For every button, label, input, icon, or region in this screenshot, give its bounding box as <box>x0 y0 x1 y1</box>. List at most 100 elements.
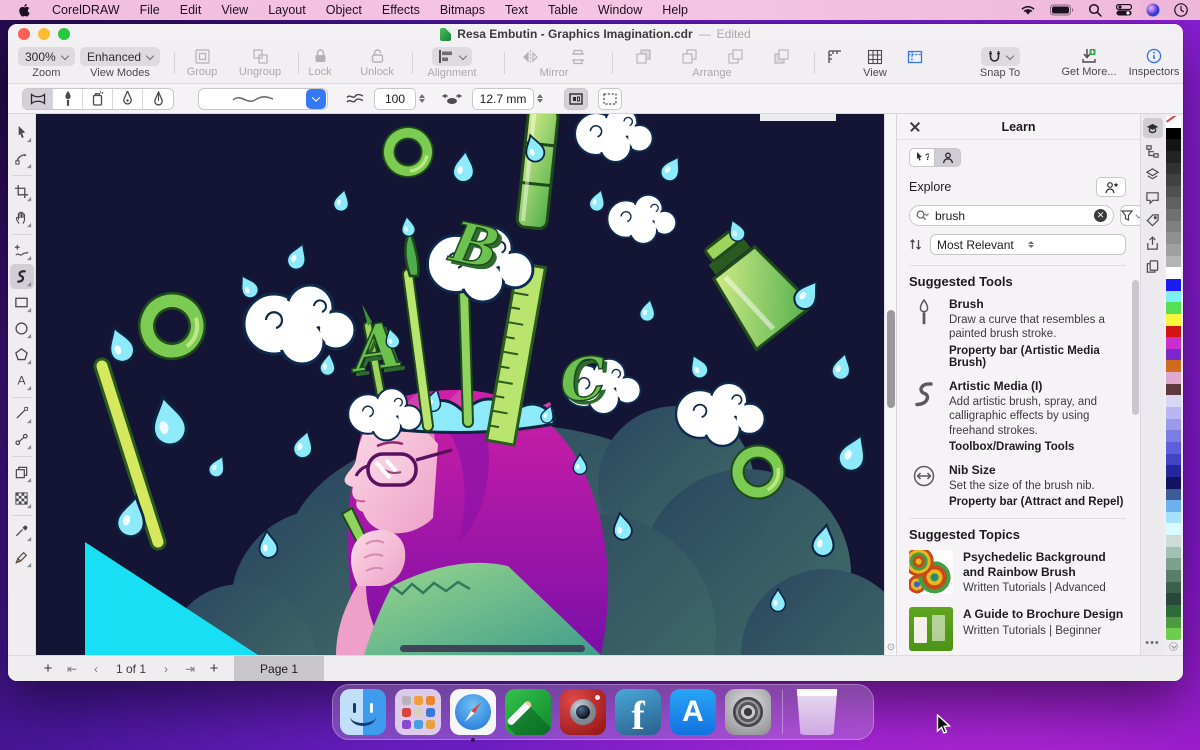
menu-item[interactable]: Object <box>316 3 372 17</box>
battery-icon[interactable] <box>1050 4 1074 16</box>
nib-width-input[interactable]: 12.7 mm <box>472 88 534 110</box>
color-swatch[interactable] <box>1166 116 1181 128</box>
arrange-controls[interactable]: Arrange <box>622 47 802 79</box>
tool-shape[interactable] <box>10 146 34 171</box>
color-swatch[interactable] <box>1166 442 1181 454</box>
menu-item[interactable]: View <box>211 3 258 17</box>
group-button[interactable]: Group <box>172 47 232 78</box>
menu-item[interactable]: Effects <box>372 3 430 17</box>
calligraphic-mode-button[interactable] <box>113 89 143 109</box>
color-swatch[interactable] <box>1166 512 1181 524</box>
learn-tab-icon[interactable] <box>1143 118 1163 138</box>
app-store-dock-icon[interactable]: A <box>670 689 716 735</box>
color-swatch[interactable] <box>1166 128 1181 140</box>
color-swatch[interactable] <box>1166 186 1181 198</box>
color-swatch[interactable] <box>1166 617 1181 629</box>
stroke-preset-dropdown[interactable] <box>198 88 328 110</box>
facebook-dock-icon[interactable]: f <box>615 689 661 735</box>
canvas-horizontal-scrollbar[interactable] <box>400 645 585 652</box>
color-swatch[interactable] <box>1166 465 1181 477</box>
view-controls[interactable]: View <box>820 47 930 79</box>
mirror-controls[interactable]: Mirror <box>506 47 602 79</box>
tool-line[interactable] <box>10 401 34 426</box>
search-input[interactable] <box>935 209 1090 223</box>
suggested-tool-nib-size[interactable]: Nib Size Set the size of the brush nib. … <box>909 463 1126 508</box>
last-page-button[interactable]: ⇥ <box>178 662 202 676</box>
color-swatch[interactable] <box>1166 384 1181 396</box>
clear-search-icon[interactable]: ✕ <box>1094 209 1107 222</box>
color-swatch[interactable] <box>1166 314 1181 326</box>
canvas-vertical-scrollbar[interactable]: ⊙ <box>884 114 896 655</box>
search-box[interactable]: ✕ <box>909 205 1114 226</box>
layers-tab-icon[interactable] <box>1143 164 1163 184</box>
trash-dock-icon[interactable] <box>794 689 840 735</box>
menu-item[interactable]: Layout <box>258 3 316 17</box>
menu-item[interactable]: Text <box>495 3 538 17</box>
vertical-scroll-thumb[interactable] <box>887 310 895 408</box>
color-swatch[interactable] <box>1166 151 1181 163</box>
color-swatch[interactable] <box>1166 454 1181 466</box>
tool-artistic-media[interactable] <box>10 264 34 289</box>
menu-item[interactable]: Edit <box>170 3 212 17</box>
account-button[interactable] <box>1096 177 1126 197</box>
wifi-icon[interactable] <box>1020 4 1036 16</box>
apple-menu-icon[interactable] <box>18 3 32 17</box>
duplicate-tab-icon[interactable] <box>1143 256 1163 276</box>
explore-person-button[interactable] <box>935 148 961 167</box>
palette-scroll-down-icon[interactable] <box>1166 640 1181 652</box>
zoom-control[interactable]: 300% Zoom <box>18 47 75 79</box>
tool-eyedropper[interactable] <box>10 519 34 544</box>
objects-tab-icon[interactable] <box>1143 141 1163 161</box>
expression-mode-button[interactable] <box>143 89 173 109</box>
color-swatch[interactable] <box>1166 197 1181 209</box>
panel-scrollbar[interactable] <box>1132 280 1139 415</box>
color-swatch[interactable] <box>1166 163 1181 175</box>
color-swatch[interactable] <box>1166 360 1181 372</box>
tool-contour[interactable] <box>10 460 34 485</box>
color-swatch[interactable] <box>1166 302 1181 314</box>
color-swatch[interactable] <box>1166 582 1181 594</box>
more-options-icon[interactable]: ••• <box>1145 637 1160 649</box>
topic-psychedelic[interactable]: Psychedelic Background and Rainbow Brush… <box>909 550 1126 594</box>
tool-text[interactable]: A <box>10 368 34 393</box>
add-page-button-2[interactable]: + <box>202 660 226 677</box>
lock-button[interactable]: Lock <box>296 47 344 78</box>
color-swatch[interactable] <box>1166 395 1181 407</box>
snap-to-control[interactable]: Snap To <box>960 47 1040 79</box>
color-swatch[interactable] <box>1166 419 1181 431</box>
color-swatch[interactable] <box>1166 535 1181 547</box>
clock-icon[interactable] <box>1174 3 1188 17</box>
finder-dock-icon[interactable] <box>340 689 386 735</box>
color-swatch[interactable] <box>1166 570 1181 582</box>
sort-dropdown[interactable]: Most Relevant <box>930 234 1126 255</box>
color-swatch[interactable] <box>1166 209 1181 221</box>
selection-rect-button[interactable] <box>598 88 622 110</box>
menu-item[interactable]: File <box>130 3 170 17</box>
artistic-media-mode-segmented[interactable] <box>22 88 174 110</box>
color-swatch[interactable] <box>1166 558 1181 570</box>
tool-pan[interactable] <box>10 205 34 230</box>
border-fill-toggle[interactable] <box>564 88 588 110</box>
get-more-button[interactable]: Get More... <box>1052 47 1126 78</box>
menu-item[interactable]: CorelDRAW <box>42 3 130 17</box>
color-swatch[interactable] <box>1166 221 1181 233</box>
tool-polygon[interactable] <box>10 342 34 367</box>
menu-item[interactable]: Help <box>652 3 698 17</box>
menu-item[interactable]: Table <box>538 3 588 17</box>
siri-icon[interactable] <box>1146 3 1160 17</box>
hints-cursor-button[interactable]: ? <box>909 148 935 167</box>
suggested-tool-brush[interactable]: Brush Draw a curve that resembles a pain… <box>909 297 1126 369</box>
tags-tab-icon[interactable] <box>1143 210 1163 230</box>
color-swatch[interactable] <box>1166 267 1181 279</box>
tool-polyline[interactable] <box>10 427 34 452</box>
smoothing-stepper[interactable] <box>419 94 426 103</box>
smoothing-input[interactable]: 100 <box>374 88 416 110</box>
drawing-canvas[interactable]: A A B B C C <box>36 114 884 655</box>
page-tab[interactable]: Page 1 <box>234 656 324 682</box>
inspectors-button[interactable]: Inspectors <box>1126 47 1182 78</box>
color-swatch[interactable] <box>1166 279 1181 291</box>
launchpad-dock-icon[interactable] <box>395 689 441 735</box>
color-swatch[interactable] <box>1166 244 1181 256</box>
zoom-corner-icon[interactable]: ⊙ <box>886 643 896 653</box>
color-swatch[interactable] <box>1166 256 1181 268</box>
